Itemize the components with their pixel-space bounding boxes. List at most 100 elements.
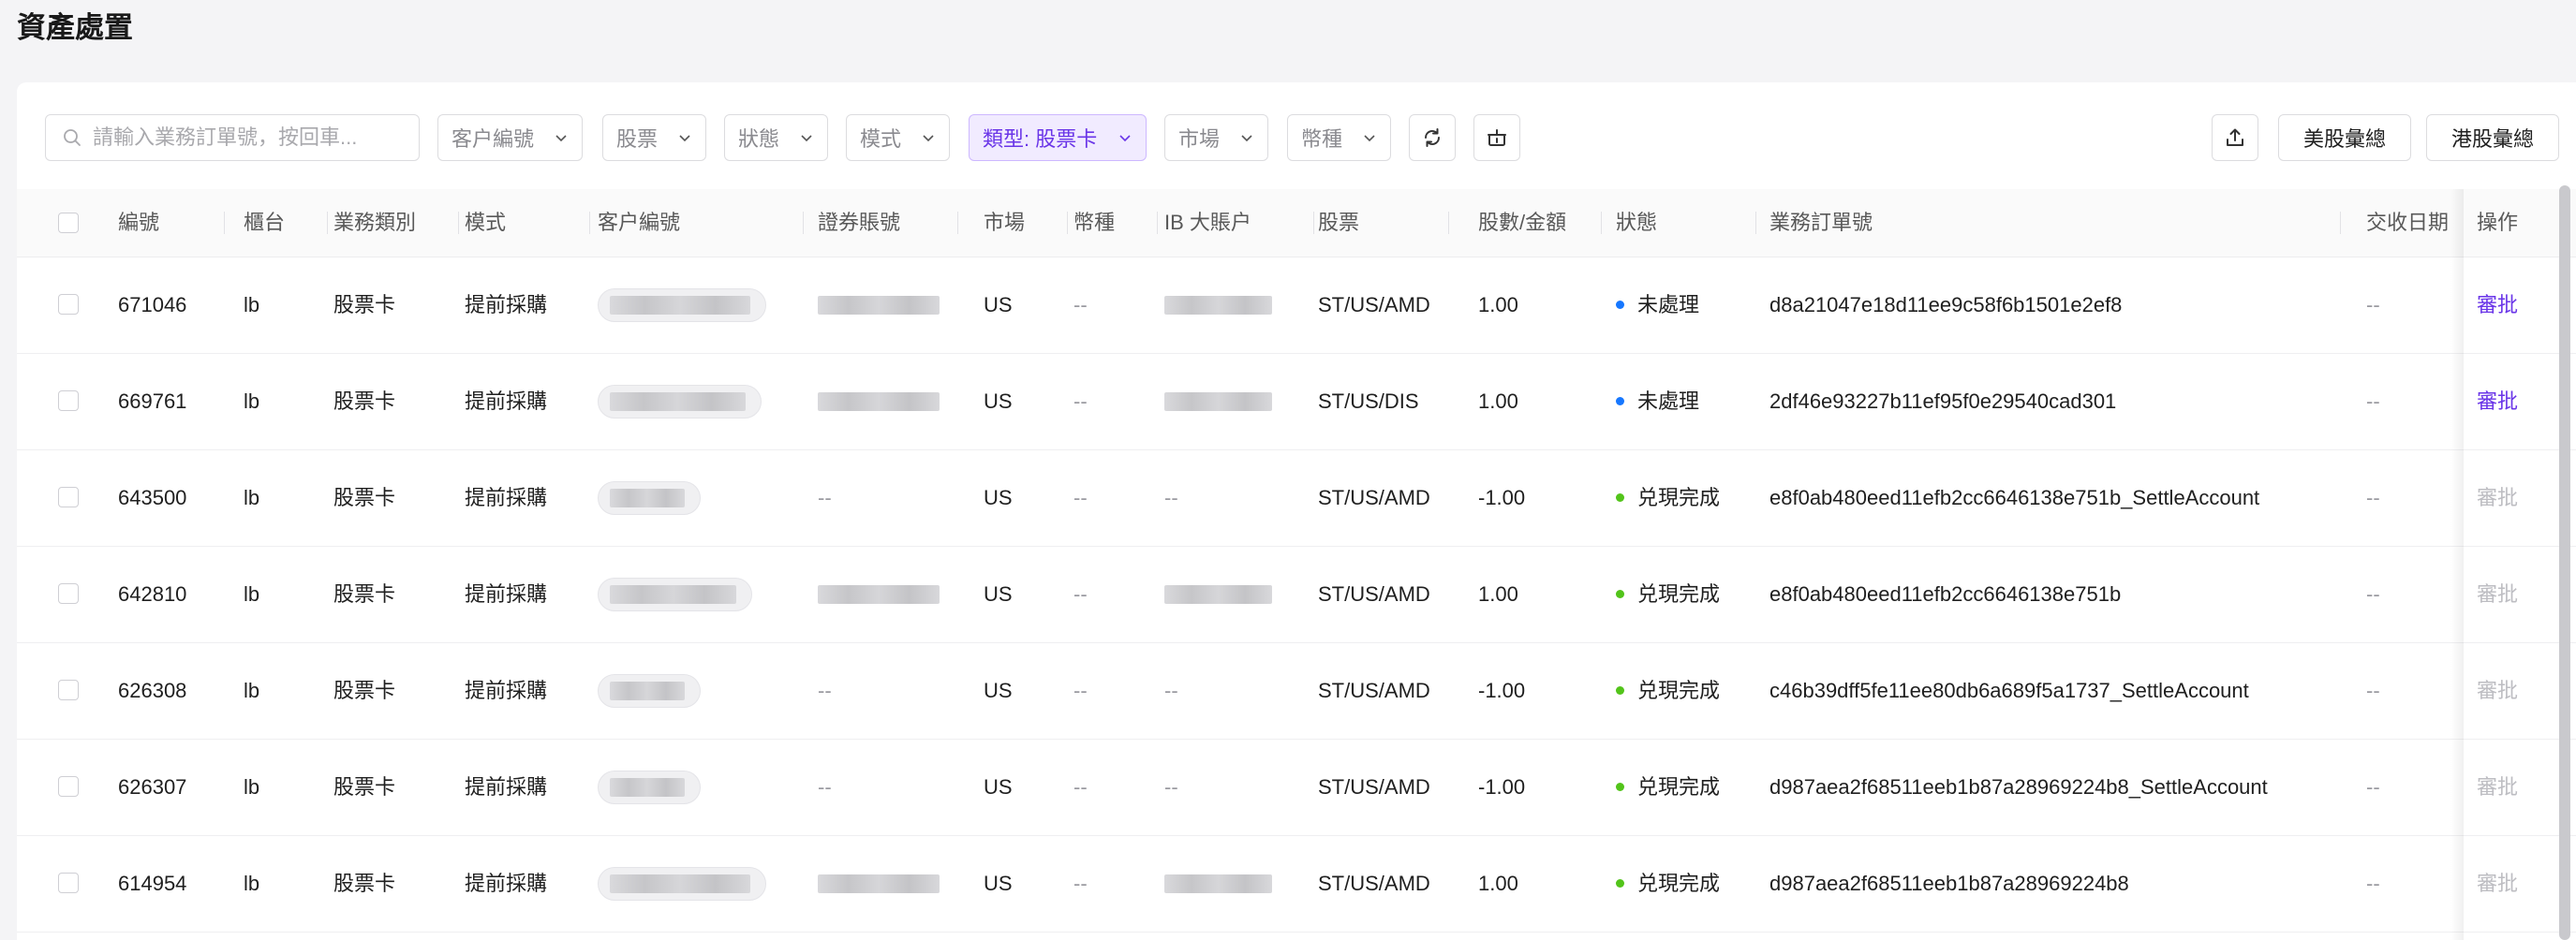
ib-account-cell: -- bbox=[1164, 775, 1178, 799]
column-header[interactable]: 證券賬號 bbox=[818, 189, 958, 257]
category-cell: 股票卡 bbox=[333, 293, 396, 316]
row-checkbox[interactable] bbox=[58, 873, 79, 893]
table-row[interactable]: 614954 lb 股票卡 提前採購 US -- ST/US/AMD 1.00 兑現完成 d987… bbox=[17, 835, 2576, 933]
status-label: 未處理 bbox=[1637, 293, 1700, 316]
status-label: 未處理 bbox=[1637, 389, 1700, 413]
column-header[interactable]: 狀態 bbox=[1616, 189, 1756, 257]
column-header[interactable]: 市場 bbox=[984, 189, 1068, 257]
mode-filter[interactable]: 模式 bbox=[846, 114, 950, 161]
column-header[interactable]: 模式 bbox=[465, 189, 590, 257]
row-checkbox[interactable] bbox=[58, 390, 79, 411]
stock-cell: ST/US/AMD bbox=[1318, 872, 1430, 895]
customer-id-filter[interactable]: 客户編號 bbox=[437, 114, 583, 161]
column-header[interactable]: 客户編號 bbox=[598, 189, 804, 257]
counter-cell: lb bbox=[244, 582, 260, 606]
us-summary-button[interactable]: 美股彙總 bbox=[2278, 114, 2411, 161]
redacted-account bbox=[818, 392, 940, 411]
redacted-ib-account bbox=[1164, 585, 1272, 604]
customer-id-pill bbox=[598, 771, 701, 804]
stock-filter[interactable]: 股票 bbox=[602, 114, 706, 161]
settle-date-cell: -- bbox=[2366, 486, 2380, 509]
page-title: 資產處置 bbox=[17, 11, 133, 44]
approve-button[interactable]: 審批 bbox=[2477, 835, 2518, 932]
status-dot-icon bbox=[1616, 300, 1624, 309]
approve-button[interactable]: 審批 bbox=[2477, 353, 2518, 449]
settle-date-cell: -- bbox=[2366, 775, 2380, 799]
column-header: 操作 bbox=[2477, 211, 2519, 234]
search-icon bbox=[64, 129, 81, 146]
export-button[interactable] bbox=[2212, 114, 2258, 161]
table-row[interactable]: 643500 lb 股票卡 提前採購 -- US -- -- ST/US/AMD -1.00 兑現完… bbox=[17, 449, 2576, 547]
column-header[interactable]: 交收日期 bbox=[2366, 189, 2450, 257]
stock-cell: ST/US/AMD bbox=[1318, 293, 1430, 316]
status-cell: 兑現完成 bbox=[1616, 739, 1720, 835]
table-row[interactable]: 626307 lb 股票卡 提前採購 -- US -- -- ST/US/AMD -1.00 兑現完… bbox=[17, 739, 2576, 836]
chevron-down-icon bbox=[555, 135, 567, 142]
approve-button[interactable]: 審批 bbox=[2477, 449, 2518, 546]
approve-button[interactable]: 審批 bbox=[2477, 739, 2518, 835]
table-row[interactable]: 626308 lb 股票卡 提前採購 -- US -- -- ST/US/AMD -1.00 兑現完… bbox=[17, 642, 2576, 740]
table-row[interactable]: 671046 lb 股票卡 提前採購 US -- ST/US/AMD 1.00 未處理 d8a21… bbox=[17, 257, 2576, 354]
amount-cell: 1.00 bbox=[1478, 582, 1518, 606]
redacted-value bbox=[610, 682, 685, 700]
approve-button[interactable]: 審批 bbox=[2477, 257, 2518, 353]
filter-label: 市場 bbox=[1178, 127, 1221, 151]
status-filter[interactable]: 狀態 bbox=[724, 114, 828, 161]
counter-cell: lb bbox=[244, 679, 260, 702]
row-checkbox[interactable] bbox=[58, 776, 79, 797]
filter-label: 狀態 bbox=[738, 127, 780, 151]
currency-filter[interactable]: 幣種 bbox=[1287, 114, 1391, 161]
category-cell: 股票卡 bbox=[333, 486, 396, 509]
row-checkbox[interactable] bbox=[58, 583, 79, 604]
status-dot-icon bbox=[1616, 589, 1624, 598]
content-card: 客户編號 股票 狀態 模式 類型: 股票卡 市場 幣種 bbox=[17, 82, 2576, 940]
redacted-ib-account bbox=[1164, 874, 1272, 893]
column-header[interactable]: 股數/金額 bbox=[1478, 189, 1602, 257]
approve-button[interactable]: 審批 bbox=[2477, 546, 2518, 642]
currency-cell: -- bbox=[1073, 872, 1088, 895]
column-header[interactable]: 業務訂單號 bbox=[1769, 189, 2341, 257]
status-cell: 兑現完成 bbox=[1616, 449, 1720, 546]
row-checkbox[interactable] bbox=[58, 487, 79, 507]
table-row[interactable]: 669761 lb 股票卡 提前採購 US -- ST/US/DIS 1.00 未處理 2df46… bbox=[17, 353, 2576, 450]
filter-label: 客户編號 bbox=[452, 127, 535, 151]
column-header[interactable]: 股票 bbox=[1318, 189, 1449, 257]
select-all-checkbox[interactable] bbox=[58, 213, 79, 233]
export-icon bbox=[2227, 128, 2243, 146]
search-input[interactable] bbox=[91, 125, 404, 151]
refresh-button[interactable] bbox=[1409, 114, 1456, 161]
column-header[interactable]: 編號 bbox=[118, 189, 225, 257]
category-cell: 股票卡 bbox=[333, 389, 396, 413]
column-header[interactable]: 櫃台 bbox=[244, 189, 328, 257]
column-header[interactable]: 業務類別 bbox=[333, 189, 459, 257]
settle-date-cell: -- bbox=[2366, 389, 2380, 413]
amount-cell: 1.00 bbox=[1478, 293, 1518, 316]
filter-label: 模式 bbox=[860, 127, 902, 151]
clear-filter-button[interactable] bbox=[1473, 114, 1520, 161]
redacted-value bbox=[610, 778, 685, 797]
market-cell: US bbox=[984, 679, 1013, 702]
market-filter[interactable]: 市場 bbox=[1164, 114, 1268, 161]
row-checkbox[interactable] bbox=[58, 294, 79, 315]
table-row[interactable]: 642810 lb 股票卡 提前採購 US -- ST/US/AMD 1.00 兑現完成 e8f0… bbox=[17, 546, 2576, 643]
id-cell: 669761 bbox=[118, 389, 187, 413]
type-filter[interactable]: 類型: 股票卡 bbox=[969, 114, 1147, 161]
approve-button[interactable]: 審批 bbox=[2477, 642, 2518, 739]
search-box[interactable] bbox=[45, 114, 420, 161]
status-cell: 兑現完成 bbox=[1616, 642, 1720, 739]
status-dot-icon bbox=[1616, 492, 1624, 502]
hk-summary-button[interactable]: 港股彙總 bbox=[2426, 114, 2559, 161]
column-header[interactable]: IB 大賬户 bbox=[1164, 189, 1314, 257]
stock-cell: ST/US/AMD bbox=[1318, 582, 1430, 606]
redacted-account bbox=[818, 874, 940, 893]
redacted-value bbox=[610, 585, 736, 604]
chevron-down-icon bbox=[1364, 135, 1375, 142]
stock-cell: ST/US/AMD bbox=[1318, 679, 1430, 702]
redacted-value bbox=[610, 392, 746, 411]
id-cell: 626307 bbox=[118, 775, 187, 799]
order-number-cell: d987aea2f68511eeb1b87a28969224b8 bbox=[1769, 872, 2129, 895]
column-header[interactable]: 幣種 bbox=[1073, 189, 1158, 257]
vertical-scrollbar[interactable] bbox=[2559, 185, 2570, 940]
row-checkbox[interactable] bbox=[58, 680, 79, 700]
category-cell: 股票卡 bbox=[333, 775, 396, 799]
